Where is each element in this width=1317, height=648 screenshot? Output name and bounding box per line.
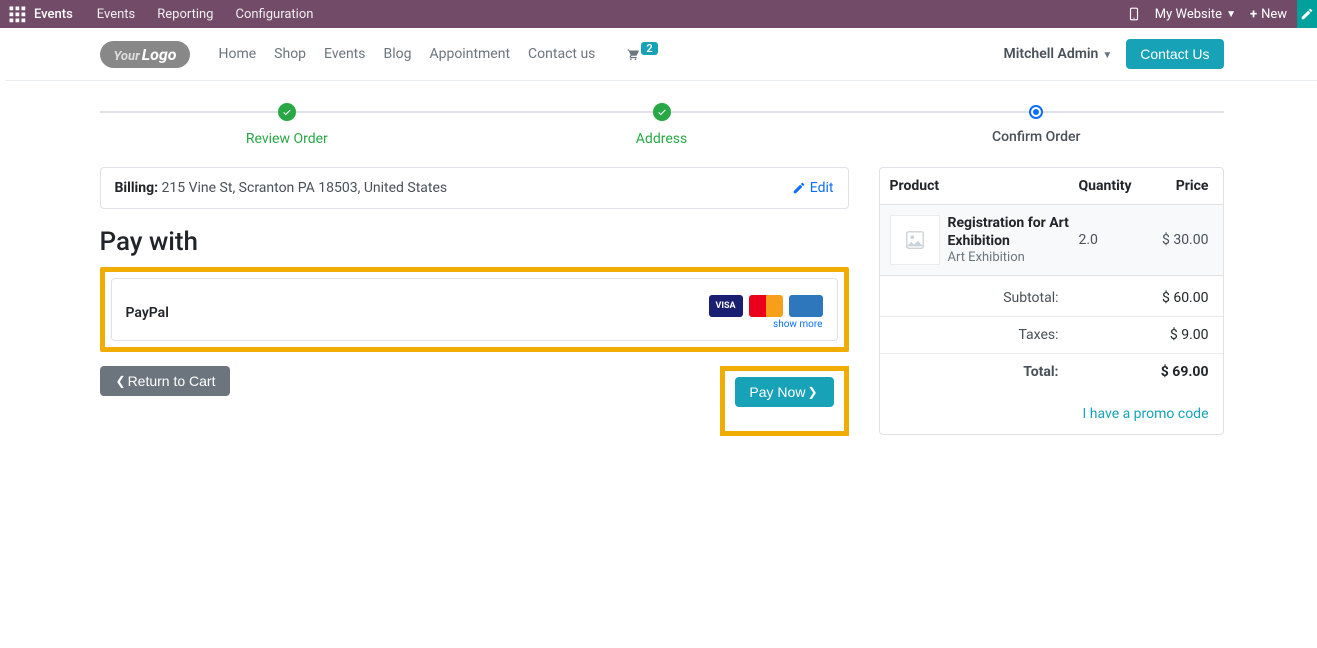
site-header: YourLogo Home Shop Events Blog Appointme… <box>92 28 1232 80</box>
amex-icon <box>789 295 823 317</box>
order-summary: Product Quantity Price Registration for … <box>879 167 1224 435</box>
nav-shop[interactable]: Shop <box>274 46 306 62</box>
mastercard-icon <box>749 295 783 317</box>
subtotal-label: Subtotal: <box>1003 290 1058 306</box>
pay-with-heading: Pay with <box>100 227 849 257</box>
payment-option-name: PayPal <box>126 305 169 321</box>
nav-blog[interactable]: Blog <box>383 46 411 62</box>
edit-billing-link[interactable]: Edit <box>792 180 834 196</box>
admin-top-bar: Events Events Reporting Configuration My… <box>0 0 1317 28</box>
pay-now-button[interactable]: Pay Now ❯ <box>735 377 833 407</box>
promo-code-link[interactable]: I have a promo code <box>1083 406 1209 422</box>
product-thumbnail <box>890 215 940 265</box>
payment-highlight-annotation: PayPal VISA show more <box>100 267 849 352</box>
billing-card: Billing: 215 Vine St, Scranton PA 18503,… <box>100 167 849 209</box>
taxes-value: $ 9.00 <box>1139 327 1209 343</box>
plus-icon: + <box>1250 7 1257 22</box>
active-step-icon <box>1029 105 1043 119</box>
step-review-order[interactable]: Review Order <box>100 103 475 147</box>
nav-contact-us[interactable]: Contact us <box>528 46 595 62</box>
return-label: Return to Cart <box>128 373 216 389</box>
check-icon <box>278 103 296 121</box>
website-switcher-label: My Website <box>1155 7 1222 22</box>
subtotal-value: $ 60.00 <box>1139 290 1209 306</box>
order-line-item: Registration for Art Exhibition Art Exhi… <box>880 205 1223 276</box>
pay-now-label: Pay Now <box>749 384 805 400</box>
taxes-label: Taxes: <box>1018 327 1058 343</box>
step-address[interactable]: Address <box>474 103 849 147</box>
new-button[interactable]: + New <box>1250 7 1287 22</box>
visa-icon: VISA <box>709 295 743 317</box>
check-icon <box>653 103 671 121</box>
step-confirm-order[interactable]: Confirm Order <box>849 103 1224 147</box>
nav-appointment[interactable]: Appointment <box>429 46 510 62</box>
pencil-icon <box>792 181 806 195</box>
website-switcher[interactable]: My Website▼ <box>1155 7 1236 22</box>
cart-count-badge: 2 <box>641 42 657 55</box>
billing-label: Billing: <box>115 180 159 196</box>
admin-menu-configuration[interactable]: Configuration <box>235 7 313 22</box>
total-value: $ 69.00 <box>1139 364 1209 380</box>
edit-mode-toggle[interactable] <box>1297 0 1317 28</box>
col-header-price: Price <box>1143 178 1213 194</box>
admin-menu-events[interactable]: Events <box>97 7 135 22</box>
header-divider <box>6 80 1317 81</box>
cart-link[interactable]: 2 <box>625 47 657 61</box>
card-brand-icons: VISA show more <box>709 295 823 330</box>
chevron-left-icon: ❮ <box>116 374 126 388</box>
main-nav: Home Shop Events Blog Appointment Contac… <box>218 46 595 62</box>
nav-home[interactable]: Home <box>218 46 256 62</box>
mobile-preview-icon[interactable] <box>1127 7 1141 21</box>
chevron-right-icon: ❯ <box>807 385 817 399</box>
payment-option-paypal[interactable]: PayPal VISA show more <box>111 278 838 341</box>
paynow-highlight-annotation: Pay Now ❯ <box>720 366 848 436</box>
admin-app-name[interactable]: Events <box>34 7 73 22</box>
apps-icon[interactable] <box>8 5 26 23</box>
step-label: Address <box>474 131 849 147</box>
line-quantity: 2.0 <box>1079 232 1143 248</box>
return-to-cart-button[interactable]: ❮ Return to Cart <box>100 366 230 396</box>
total-label: Total: <box>1023 364 1058 380</box>
user-menu[interactable]: Mitchell Admin▼ <box>1004 46 1113 62</box>
nav-events[interactable]: Events <box>324 46 365 62</box>
product-name: Registration for Art Exhibition <box>948 215 1079 250</box>
step-label: Review Order <box>100 131 475 147</box>
contact-us-button[interactable]: Contact Us <box>1126 39 1223 69</box>
col-header-quantity: Quantity <box>1079 178 1143 194</box>
line-price: $ 30.00 <box>1143 232 1213 248</box>
admin-menu-reporting[interactable]: Reporting <box>157 7 213 22</box>
step-label: Confirm Order <box>849 129 1224 145</box>
edit-label: Edit <box>810 180 834 196</box>
checkout-wizard: Review Order Address Confirm Order <box>100 103 1224 147</box>
show-more-cards-link[interactable]: show more <box>773 319 822 330</box>
col-header-product: Product <box>890 178 1079 194</box>
billing-address: 215 Vine St, Scranton PA 18503, United S… <box>162 180 448 196</box>
new-label: New <box>1261 7 1287 22</box>
product-subtitle: Art Exhibition <box>948 250 1079 265</box>
site-logo[interactable]: YourLogo <box>100 41 191 68</box>
user-name-label: Mitchell Admin <box>1004 46 1099 62</box>
